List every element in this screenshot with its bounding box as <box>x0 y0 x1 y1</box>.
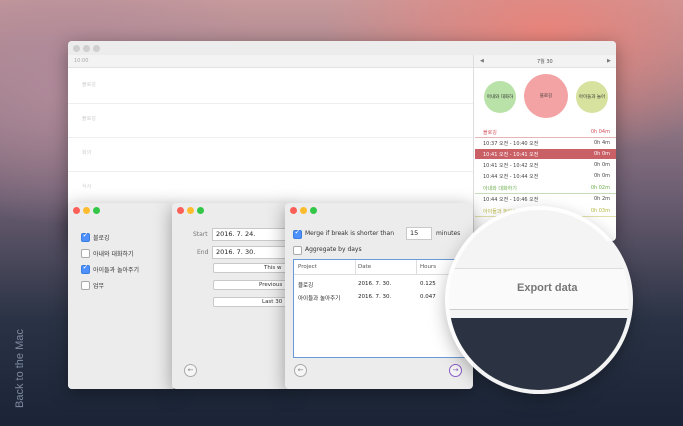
title-bar <box>172 203 292 217</box>
time-entry[interactable]: 10:41 오전 - 10:42 오전 0h 0m <box>475 160 616 170</box>
time-entry[interactable]: 10:44 오전 - 10:44 오전 0h 0m <box>475 171 616 181</box>
export-window: Merge if break is shorter than 15 minute… <box>285 203 473 389</box>
project-select-window: 블로깅 아내와 대화하기 아이들과 놀아주기 업무 <box>68 203 176 389</box>
export-data-button[interactable]: Export data <box>517 282 578 294</box>
previous-week-button[interactable]: Previous <box>213 280 292 290</box>
minimize-button[interactable] <box>300 206 307 214</box>
time-start-label: 10:00 <box>74 58 89 64</box>
merge-minutes-field[interactable]: 15 <box>406 227 432 240</box>
project-checkbox[interactable] <box>81 231 90 242</box>
timeline-header: 10:00 ◀ 7월 30 ▶ <box>68 55 616 68</box>
project-checkbox[interactable] <box>81 249 90 258</box>
timeline-row-label: 블로깅 <box>82 82 96 88</box>
zoom-button[interactable] <box>93 44 100 52</box>
back-arrow-icon[interactable]: ← <box>294 364 307 377</box>
timeline-row-label: 식사 <box>82 184 92 190</box>
minimize-button[interactable] <box>187 206 194 214</box>
this-week-button[interactable]: This w <box>213 263 292 273</box>
project-circle[interactable]: 블로깅 <box>524 74 568 118</box>
minimize-button[interactable] <box>83 44 90 52</box>
column-header: Hours <box>420 264 437 270</box>
title-bar <box>68 41 616 55</box>
date-header: 7월 30 <box>537 59 553 65</box>
minimize-button[interactable] <box>83 206 90 214</box>
start-label: Start <box>193 231 208 238</box>
close-button[interactable] <box>177 206 184 214</box>
merge-checkbox[interactable] <box>293 228 302 239</box>
magnifier-lens: Export data <box>449 210 629 390</box>
project-label: 아이들과 놀아주기 <box>93 267 140 274</box>
next-day-icon[interactable]: ▶ <box>607 58 611 64</box>
title-bar <box>285 203 473 217</box>
timeline-row-label: 블로깅 <box>82 116 96 122</box>
project-label: 아내와 대화하기 <box>93 251 134 258</box>
date-range-window: Start 2016. 7. 24. End 2016. 7. 30. This… <box>172 203 292 389</box>
aggregate-label: Aggregate by days <box>305 246 362 253</box>
export-preview-table[interactable]: Project Date Hours 블로깅 2016. 7. 30. 0.12… <box>293 259 467 358</box>
time-entry[interactable]: 10:37 오전 - 10:40 오전 0h 4m <box>475 138 616 148</box>
project-label: 업무 <box>93 283 105 290</box>
project-label: 블로깅 <box>93 235 110 242</box>
start-date-field[interactable]: 2016. 7. 24. <box>212 228 292 241</box>
project-circle[interactable]: 아이들과 놀아 <box>576 81 608 113</box>
last-30-days-button[interactable]: Last 30 <box>213 297 292 307</box>
end-date-field[interactable]: 2016. 7. 30. <box>212 246 292 259</box>
zoom-button[interactable] <box>197 206 204 214</box>
title-bar <box>68 203 176 217</box>
merge-label: Merge if break is shorter than <box>305 230 395 237</box>
back-to-the-mac-caption: Back to the Mac <box>14 329 26 408</box>
zoom-button[interactable] <box>93 206 100 214</box>
zoom-button[interactable] <box>310 206 317 214</box>
minutes-label: minutes <box>436 230 461 237</box>
end-label: End <box>197 249 209 256</box>
group-header: 블로깅 0h 04m <box>475 127 616 138</box>
timeline-row-label: 회의 <box>82 150 92 156</box>
back-arrow-icon[interactable]: ← <box>184 364 197 377</box>
column-header: Project <box>298 264 317 270</box>
close-button[interactable] <box>73 44 80 52</box>
column-header: Date <box>358 264 372 270</box>
close-button[interactable] <box>73 206 80 214</box>
group-header: 아내와 대화하기 0h 02m <box>475 183 616 194</box>
time-entry[interactable]: 10:44 오전 - 10:46 오전 0h 2m <box>475 194 616 204</box>
project-checkbox[interactable] <box>81 281 90 290</box>
project-circle[interactable]: 아내와 대화하 <box>484 81 516 113</box>
close-button[interactable] <box>290 206 297 214</box>
project-checkbox[interactable] <box>81 263 90 274</box>
time-entry-selected[interactable]: 10:41 오전 - 10:41 오전 0h 0m <box>475 149 616 159</box>
prev-day-icon[interactable]: ◀ <box>480 58 484 64</box>
aggregate-checkbox[interactable] <box>293 246 302 255</box>
